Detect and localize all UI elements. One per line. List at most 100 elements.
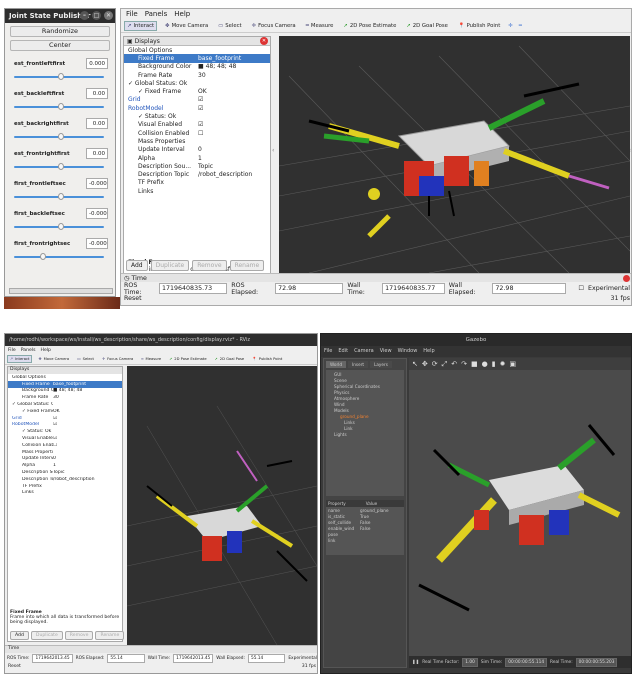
- tree-row[interactable]: Fixed Frame base_footprint: [124, 54, 270, 63]
- select-icon[interactable]: ↖: [412, 360, 418, 368]
- 3d-viewport-2[interactable]: [127, 366, 317, 645]
- tree-row[interactable]: Grid ☑: [8, 415, 122, 422]
- menu-file-2[interactable]: File: [8, 348, 16, 353]
- tree-row[interactable]: ✓ Status: Ok: [8, 428, 122, 435]
- pause-icon[interactable]: ❚❚: [412, 660, 419, 665]
- box-icon[interactable]: ■: [471, 360, 478, 368]
- wall-time-field[interactable]: 1719640835.77: [382, 283, 445, 294]
- duplicate-button-2[interactable]: Duplicate: [30, 631, 63, 640]
- wall-elapsed-field-2[interactable]: 55.14: [247, 654, 286, 663]
- joint-value-field[interactable]: -0.000: [86, 238, 108, 249]
- redo-icon[interactable]: ↷: [461, 360, 467, 368]
- plus-icon[interactable]: ✛: [508, 23, 512, 29]
- tool-measure[interactable]: ═ Measure: [304, 22, 336, 30]
- joint-slider[interactable]: [14, 256, 104, 258]
- tool-select[interactable]: ▭ Select: [216, 22, 243, 30]
- slider-handle[interactable]: [58, 73, 64, 80]
- wall-time-field-2[interactable]: 1719642013.45: [173, 654, 214, 663]
- tab-layers[interactable]: Layers: [370, 361, 392, 368]
- minus-icon[interactable]: ━: [519, 23, 522, 29]
- tree-row[interactable]: ✓ Global Status: Ok: [8, 401, 122, 408]
- horizontal-scrollbar[interactable]: [9, 288, 113, 294]
- tree-row[interactable]: Mass Properties: [8, 449, 122, 456]
- tree-row[interactable]: Links: [124, 187, 270, 195]
- tree-row[interactable]: Links: [8, 490, 122, 497]
- slider-handle[interactable]: [58, 103, 64, 110]
- undo-icon[interactable]: ↶: [451, 360, 457, 368]
- slider-handle[interactable]: [58, 163, 64, 170]
- tree-row[interactable]: Description Sou...Topic: [8, 469, 122, 476]
- rotate-icon[interactable]: ⟳: [432, 360, 438, 368]
- tree-row[interactable]: Description Topic/robot_description: [124, 170, 270, 178]
- experimental-checkbox[interactable]: ☐: [578, 285, 584, 292]
- 3d-viewport[interactable]: [279, 36, 630, 273]
- screenshot-icon[interactable]: ▣: [509, 360, 516, 368]
- tree-row[interactable]: Visual Enabled ☑: [8, 435, 122, 442]
- cylinder-icon[interactable]: ▮: [492, 360, 496, 368]
- tool-interact[interactable]: ↗ Interact: [124, 21, 158, 31]
- tree-row[interactable]: ✓ Fixed Frame OK: [124, 87, 270, 95]
- menu-file[interactable]: File: [126, 10, 138, 19]
- tree-row[interactable]: Global Options: [124, 46, 270, 54]
- collapse-right-icon[interactable]: ›: [630, 37, 631, 273]
- tree-row[interactable]: Update Interval0: [124, 146, 270, 154]
- add-button[interactable]: Add: [126, 260, 148, 271]
- tool-goal-pose[interactable]: ➚ 2D Goal Pose: [404, 22, 450, 30]
- tool-goal-pose-2[interactable]: ➚ 2D Goal Pose: [213, 356, 247, 362]
- world-tree-item[interactable]: Lights: [334, 432, 396, 438]
- property-row[interactable]: link: [326, 537, 404, 543]
- tree-row[interactable]: Mass Properties: [124, 137, 270, 145]
- tool-move-camera-2[interactable]: ✥ Move Camera: [36, 356, 71, 362]
- tree-row[interactable]: Frame Rate 30: [124, 71, 270, 79]
- tab-world[interactable]: World: [326, 361, 347, 368]
- gz-menu-camera[interactable]: Camera: [354, 348, 374, 355]
- tree-row[interactable]: RobotModel ☑: [124, 104, 270, 112]
- tree-row[interactable]: Global Options: [8, 374, 122, 381]
- randomize-button[interactable]: Randomize: [10, 26, 110, 37]
- tool-focus-camera[interactable]: ✛ Focus Camera: [250, 22, 298, 30]
- tree-row[interactable]: Frame Rate 30: [8, 394, 122, 401]
- sphere-icon[interactable]: ●: [482, 360, 488, 368]
- joint-value-field[interactable]: 0.00: [86, 118, 108, 129]
- tool-publish-point-2[interactable]: 📍 Publish Point: [250, 356, 284, 362]
- tree-row[interactable]: ✓ Status: Ok: [124, 112, 270, 120]
- joint-value-field[interactable]: 0.00: [86, 88, 108, 99]
- gazebo-3d-view[interactable]: ↖ ✥ ⟳ ⤢ ↶ ↷ ■ ● ▮ ✹ ▣ ❚❚ Real Time Factor: 1.00 Sim …: [409, 358, 631, 668]
- tool-move-camera[interactable]: ✥ Move Camera: [163, 22, 210, 30]
- menu-help-2[interactable]: Help: [40, 348, 50, 353]
- gz-menu-window[interactable]: Window: [398, 348, 418, 355]
- tool-measure-2[interactable]: ═ Measure: [139, 356, 163, 362]
- slider-handle[interactable]: [58, 193, 64, 200]
- slider-handle[interactable]: [58, 223, 64, 230]
- tree-row[interactable]: Update Interval0: [8, 456, 122, 463]
- slider-handle[interactable]: [40, 253, 47, 260]
- tree-row[interactable]: Description Sou...Topic: [124, 162, 270, 170]
- tool-pose-estimate-2[interactable]: ➚ 2D Pose Estimate: [167, 356, 208, 362]
- tree-row[interactable]: Grid ☑: [124, 96, 270, 104]
- tree-row[interactable]: TF Prefix: [124, 179, 270, 187]
- gz-menu-edit[interactable]: Edit: [338, 348, 348, 355]
- tree-row[interactable]: Background Color ■ 48; 48; 48: [124, 63, 270, 71]
- close-icon[interactable]: ✕: [104, 11, 113, 20]
- remove-button[interactable]: Remove: [192, 260, 227, 271]
- reset-button[interactable]: Reset: [124, 295, 142, 302]
- tree-row[interactable]: Alpha 1: [124, 154, 270, 162]
- tree-row[interactable]: RobotModel ☑: [8, 422, 122, 429]
- tree-row[interactable]: Description Topic/robot_description: [8, 476, 122, 483]
- ros-time-field-2[interactable]: 1719642013.45: [32, 654, 73, 663]
- tab-insert[interactable]: Insert: [348, 361, 369, 368]
- add-button-2[interactable]: Add: [10, 631, 29, 640]
- slider-handle[interactable]: [58, 133, 64, 140]
- tree-row[interactable]: ✓ Fixed Frame OK: [8, 408, 122, 415]
- menu-panels-2[interactable]: Panels: [21, 348, 36, 353]
- gz-menu-help[interactable]: Help: [423, 348, 434, 355]
- gz-menu-view[interactable]: View: [380, 348, 392, 355]
- reset-button-2[interactable]: Reset: [8, 664, 21, 669]
- joint-value-field[interactable]: 0.000: [86, 58, 108, 69]
- gz-menu-file[interactable]: File: [324, 348, 332, 355]
- scale-icon[interactable]: ⤢: [442, 360, 448, 369]
- joint-value-field[interactable]: -0.000: [86, 208, 108, 219]
- tree-row[interactable]: TF Prefix: [8, 483, 122, 490]
- joint-value-field[interactable]: -0.000: [86, 178, 108, 189]
- maximize-icon[interactable]: □: [92, 11, 101, 20]
